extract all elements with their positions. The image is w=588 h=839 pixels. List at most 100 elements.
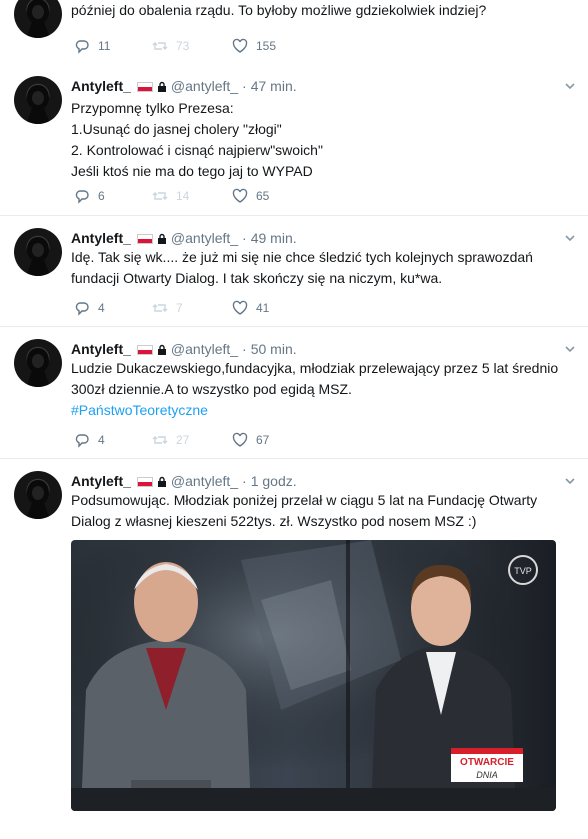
like-count: 155 bbox=[256, 39, 277, 53]
tv-badge-line2: DNIA bbox=[476, 770, 498, 780]
tweet-text: Ludzie Dukaczewskiego,fundacyjka, młodzi… bbox=[71, 358, 574, 421]
tweet[interactable]: później do obalenia rządu. To byłoby moż… bbox=[0, 0, 588, 65]
reply-button[interactable]: 4 bbox=[74, 432, 105, 448]
heart-icon bbox=[232, 38, 248, 53]
tv-studio-photo: TVP OTWARCIE DNIA bbox=[71, 540, 556, 811]
lock-icon bbox=[157, 233, 166, 244]
tweet[interactable]: Antyleft_ @antyleft_ · 1 godz. Podsumowując… bbox=[0, 459, 588, 839]
retweet-count: 7 bbox=[176, 301, 183, 315]
tweet-timestamp[interactable]: 1 godz. bbox=[251, 473, 297, 489]
retweet-icon bbox=[152, 436, 168, 444]
like-button[interactable]: 41 bbox=[232, 300, 269, 316]
tweet-text-line: później do obalenia rządu. To byłoby moż… bbox=[71, 2, 487, 18]
heart-icon bbox=[232, 300, 248, 315]
retweet-count: 73 bbox=[176, 39, 190, 53]
poland-flag-icon bbox=[136, 345, 153, 355]
avatar[interactable] bbox=[14, 471, 62, 519]
retweet-button[interactable]: 73 bbox=[152, 38, 189, 54]
like-button[interactable]: 67 bbox=[232, 432, 269, 448]
heart-icon bbox=[232, 432, 248, 447]
avatar[interactable] bbox=[14, 76, 62, 124]
like-count: 65 bbox=[256, 189, 270, 203]
display-name[interactable]: Antyleft_ bbox=[71, 473, 131, 489]
user-handle[interactable]: @antyleft_ bbox=[171, 341, 238, 357]
retweet-icon bbox=[152, 192, 168, 200]
chevron-down-icon[interactable] bbox=[564, 343, 576, 355]
tweet-text-line: Podsumowując. Młodziak poniżej przelał w… bbox=[71, 492, 538, 508]
reply-button[interactable]: 6 bbox=[74, 188, 105, 204]
tweet-text-line: Ludzie Dukaczewskiego,fundacyjka, młodzi… bbox=[71, 360, 559, 376]
reply-icon bbox=[75, 190, 89, 204]
reply-button[interactable]: 11 bbox=[74, 38, 110, 54]
tweet-text-line: Idę. Tak się wk.... że już mi się nie ch… bbox=[71, 249, 533, 265]
display-name[interactable]: Antyleft_ bbox=[71, 230, 131, 246]
tweet-text: Podsumowując. Młodziak poniżej przelał w… bbox=[71, 490, 574, 532]
tweet-timestamp[interactable]: 49 min. bbox=[251, 230, 297, 246]
lock-icon bbox=[157, 344, 166, 355]
retweet-button[interactable]: 14 bbox=[152, 188, 189, 204]
tweet-header: Antyleft_ @antyleft_ · 1 godz. bbox=[71, 473, 297, 489]
reply-count: 4 bbox=[98, 433, 105, 447]
tweet[interactable]: Antyleft_ @antyleft_ · 49 min. Idę. Tak się… bbox=[0, 216, 588, 327]
tweet-header: Antyleft_ @antyleft_ · 49 min. bbox=[71, 230, 297, 246]
reply-icon bbox=[75, 302, 89, 316]
avatar[interactable] bbox=[14, 228, 62, 276]
avatar[interactable] bbox=[14, 339, 62, 387]
tweet-text-line: 1.Usunąć do jasnej cholery "złogi" bbox=[71, 121, 282, 137]
channel-logo-text: TVP bbox=[514, 566, 532, 576]
reply-icon bbox=[75, 40, 89, 54]
user-handle[interactable]: @antyleft_ bbox=[171, 473, 238, 489]
separator-dot: · bbox=[242, 473, 247, 489]
poland-flag-icon bbox=[136, 234, 153, 244]
tweet-header: Antyleft_ @antyleft_ · 47 min. bbox=[71, 78, 297, 94]
retweet-button[interactable]: 27 bbox=[152, 432, 189, 448]
tweet-timestamp[interactable]: 47 min. bbox=[251, 78, 297, 94]
tweet-text-line: fundacji Otwarty Dialog. I tak skończy s… bbox=[71, 270, 443, 286]
retweet-icon bbox=[152, 304, 168, 312]
tweet[interactable]: Antyleft_ @antyleft_ · 50 min. Ludzie Dukac… bbox=[0, 327, 588, 459]
like-count: 67 bbox=[256, 433, 270, 447]
reply-count: 6 bbox=[98, 189, 105, 203]
tweet-text-line: 2. Kontrolować i cisnąć najpierw"swoich" bbox=[71, 142, 323, 158]
separator-dot: · bbox=[242, 341, 247, 357]
retweet-button[interactable]: 7 bbox=[152, 300, 183, 316]
tweet-text: Idę. Tak się wk.... że już mi się nie ch… bbox=[71, 247, 574, 289]
avatar[interactable] bbox=[14, 0, 62, 38]
tweet-text-line: Przypomnę tylko Prezesa: bbox=[71, 100, 234, 116]
tweet-media-image[interactable]: TVP OTWARCIE DNIA bbox=[71, 540, 556, 811]
user-handle[interactable]: @antyleft_ bbox=[171, 78, 238, 94]
like-count: 41 bbox=[256, 301, 270, 315]
tweet-header: Antyleft_ @antyleft_ · 50 min. bbox=[71, 341, 297, 357]
tweet-text: Przypomnę tylko Prezesa: 1.Usunąć do jas… bbox=[71, 98, 574, 182]
chevron-down-icon[interactable] bbox=[564, 475, 576, 487]
heart-icon bbox=[232, 188, 248, 203]
poland-flag-icon bbox=[136, 82, 153, 92]
reply-icon bbox=[75, 434, 89, 448]
reply-button[interactable]: 4 bbox=[74, 300, 105, 316]
lock-icon bbox=[157, 476, 166, 487]
like-button[interactable]: 155 bbox=[232, 38, 276, 54]
retweet-icon bbox=[152, 42, 168, 50]
like-button[interactable]: 65 bbox=[232, 188, 269, 204]
tweet-text: później do obalenia rządu. To byłoby moż… bbox=[71, 0, 574, 21]
tv-badge-line1: OTWARCIE bbox=[460, 757, 514, 768]
reply-count: 4 bbox=[98, 301, 105, 315]
hashtag-link[interactable]: #PaństwoTeoretyczne bbox=[71, 400, 574, 421]
poland-flag-icon bbox=[136, 477, 153, 487]
user-handle[interactable]: @antyleft_ bbox=[171, 230, 238, 246]
retweet-count: 27 bbox=[176, 433, 190, 447]
lock-icon bbox=[157, 81, 166, 92]
display-name[interactable]: Antyleft_ bbox=[71, 341, 131, 357]
retweet-count: 14 bbox=[176, 189, 190, 203]
tweet-text-line: Jeśli ktoś nie ma do tego jaj to WYPAD bbox=[71, 163, 313, 179]
tweet[interactable]: Antyleft_ @antyleft_ · 47 min. Przypomnę ty… bbox=[0, 64, 588, 216]
chevron-down-icon[interactable] bbox=[564, 80, 576, 92]
separator-dot: · bbox=[242, 230, 247, 246]
chevron-down-icon[interactable] bbox=[564, 232, 576, 244]
display-name[interactable]: Antyleft_ bbox=[71, 78, 131, 94]
tweet-text-line: 300zł dziennie.A to wszystko pod egidą M… bbox=[71, 381, 352, 397]
reply-count: 11 bbox=[98, 39, 111, 53]
separator-dot: · bbox=[242, 78, 247, 94]
tweet-timestamp[interactable]: 50 min. bbox=[251, 341, 297, 357]
tweet-text-line: Dialog z własnej kieszeni 522tys. zł. Ws… bbox=[71, 513, 477, 529]
